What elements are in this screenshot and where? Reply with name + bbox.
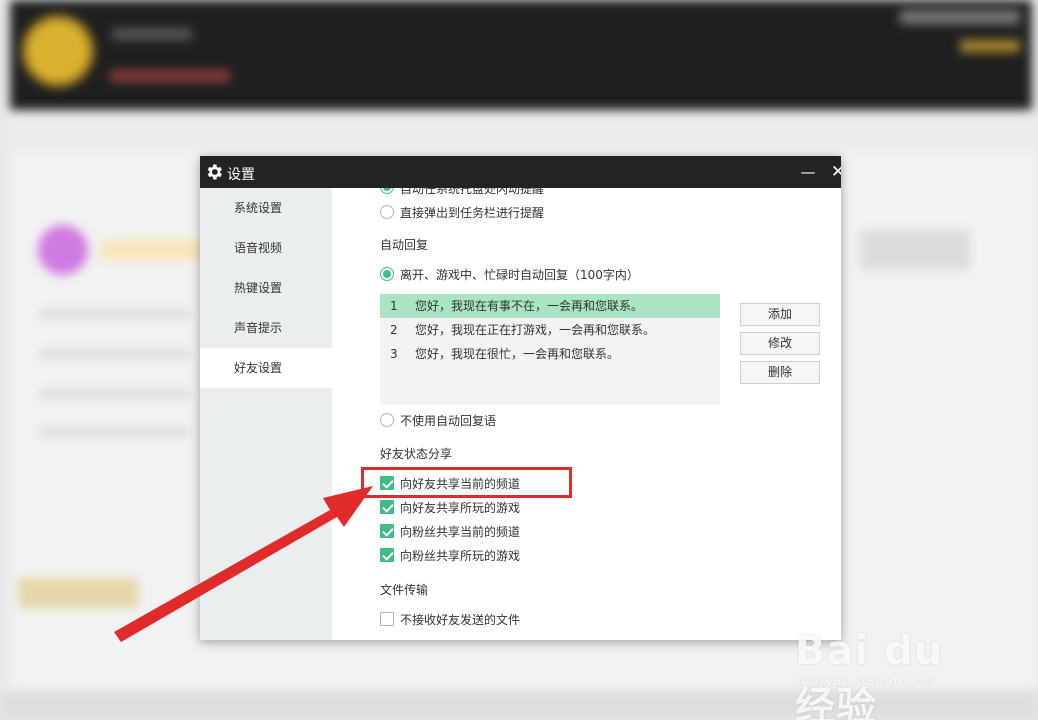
watermark-url: jingyan.baidu.com (797, 674, 934, 689)
baidu-watermark: Bai du 经验 jingyan.baidu.com (795, 600, 995, 720)
